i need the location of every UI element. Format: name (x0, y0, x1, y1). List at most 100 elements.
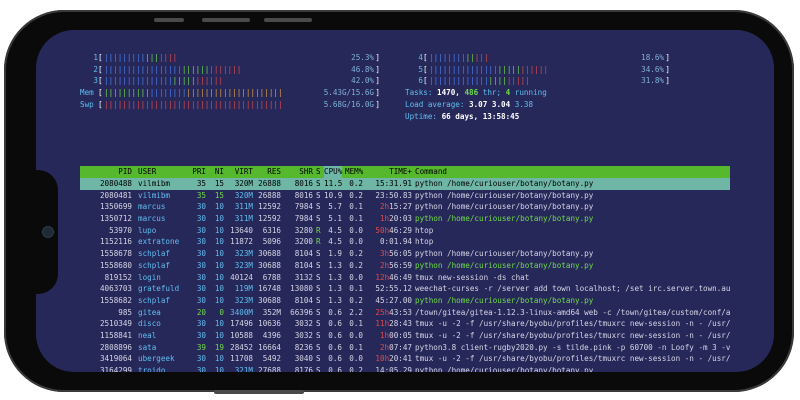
process-row[interactable]: 2808896 sata 39 19 28452 16664 8236 S 0.6 0.1 2h07… (80, 342, 730, 354)
process-row[interactable]: 1152116 extratone 30 10 11872 5096 3200 R 4.5 0.0… (80, 236, 730, 248)
process-res: 26888 (258, 179, 281, 188)
process-row[interactable]: 985 gitea 20 0 3400M 352M 66396 S 0.6 2.2 25h43:53… (80, 307, 730, 319)
process-pri: 30 (196, 202, 206, 212)
process-cpu: 0.6 (328, 354, 342, 364)
process-cpu: 0.6 (328, 330, 342, 340)
column-header-command[interactable]: Command (415, 166, 730, 178)
process-row[interactable]: 1158841 neal 30 10 10588 4396 3032 S 0.6 0.0 1h00:… (80, 330, 730, 342)
column-header-shr[interactable]: SHR (286, 166, 313, 178)
tasks-label: Tasks: (405, 88, 437, 97)
process-row[interactable]: 819152 login 30 10 40124 6788 3132 S 1.3 0.0 12h46… (80, 272, 730, 284)
process-virt: 11872 (230, 237, 253, 247)
process-row[interactable]: 2510349 disco 30 10 17496 10636 3032 S 0.6 0.1 11h… (80, 318, 730, 330)
process-s: S (316, 342, 321, 352)
process-cpu: 1.3 (328, 272, 342, 282)
process-cpu: 0.6 (328, 366, 342, 372)
meter-bracket-close: ] (375, 53, 380, 62)
column-header-user[interactable]: USER (138, 166, 188, 178)
process-shr: 3132 (294, 272, 313, 282)
camera-icon (42, 226, 54, 238)
column-header-s[interactable]: S (316, 166, 322, 178)
process-shr: 8104 (294, 249, 313, 259)
process-time: 2h56:59 (379, 260, 412, 270)
thread-label: thr; (483, 88, 506, 97)
process-row[interactable]: 4063703 gratefuld 30 10 119M 16748 13080 S 1.3 0.… (80, 283, 730, 295)
process-pid: 1558680 (99, 260, 132, 270)
column-header-res[interactable]: RES (254, 166, 281, 178)
process-virt: 323M (234, 249, 253, 259)
column-header-virt[interactable]: VIRT (226, 166, 253, 178)
htop-terminal[interactable]: 1[|||||||||||||||| 25.3%] 2[||||||||||||||… (80, 49, 730, 372)
uptime-line: Uptime: 66 days, 13:58:45 (405, 111, 519, 123)
load-line: Load average: 3.07 3.04 3.38 (405, 99, 533, 111)
power-button (214, 390, 304, 394)
process-pri: 30 (196, 319, 206, 329)
process-ni: 10 (214, 354, 224, 364)
process-user: login (138, 272, 161, 282)
column-header-time[interactable]: TIME+ (366, 166, 412, 178)
process-pid: 3164299 (99, 366, 132, 372)
meter-bracket-close: ] (665, 76, 670, 86)
process-mem: 0.0 (349, 237, 363, 247)
process-user: disco (138, 319, 161, 329)
process-row[interactable]: 2080481 vilmibm 35 15 320M 26888 8016 S 10.9 0.2 2… (80, 190, 730, 202)
process-row[interactable]: 1558678 schplaf 30 10 323M 30688 8104 S 1.9 0.2 3h… (80, 248, 730, 260)
process-pri: 30 (196, 330, 206, 340)
column-header-pri[interactable]: PRI (188, 166, 206, 178)
process-time: 45:27.00 (375, 295, 412, 305)
meter-label: 1 (93, 53, 98, 62)
process-pid: 2510349 (99, 319, 132, 329)
process-table-header[interactable]: PID USER PRI NI VIRT RES SHR S CPU% MEM% TIME+ Comm… (80, 166, 730, 178)
meter-label: 2 (93, 64, 98, 74)
process-virt: 320M (234, 190, 253, 200)
process-shr: 7984 (294, 214, 313, 224)
cpu-meter: Mem [||||||||||||||||||||||||||||||||||||… (80, 87, 380, 99)
process-mem: 0.2 (349, 260, 363, 270)
load-1-text: 3.07 (469, 99, 488, 109)
process-row[interactable]: 1558680 schplaf 30 10 323M 30688 8104 S 1.3 0.2 2h… (80, 260, 730, 272)
process-res: 16748 (258, 284, 281, 294)
process-s: S (316, 307, 321, 317)
column-header-mem[interactable]: MEM% (345, 166, 363, 178)
process-shr: 3040 (294, 354, 313, 364)
meter-value: 31.8% (641, 76, 664, 86)
process-pid: 1152116 (99, 237, 132, 247)
process-res: 30688 (258, 249, 281, 259)
process-virt: 311M (234, 214, 253, 224)
process-shr: 13080 (290, 284, 313, 294)
process-row[interactable]: 3419064 ubergeek 30 10 11708 5492 3040 S 0.6 0.0 1… (80, 353, 730, 365)
process-row[interactable]: 1350712 marcus 30 10 311M 12592 7984 S 5.1 0.1 1h2… (80, 213, 730, 225)
process-mem: 0.1 (349, 202, 363, 212)
process-time: 1h00:05 (379, 330, 412, 340)
process-cpu: 1.3 (328, 284, 342, 294)
cpu-meter: 2[|||||||||||||||||||||||||||||| 46.8%] (80, 64, 380, 76)
process-row[interactable]: 2080488 vilmibm 35 15 320M 26888 8016 S 11.5 0.2 1… (80, 178, 730, 190)
process-res: 30688 (258, 260, 281, 270)
process-s: S (316, 202, 321, 212)
process-cpu: 4.5 (328, 237, 342, 247)
process-mem: 0.1 (349, 284, 363, 294)
process-virt: 11708 (230, 354, 253, 364)
column-header-ni[interactable]: NI (210, 166, 224, 178)
process-row[interactable]: 1350699 marcus 30 10 311M 12592 7984 S 5.7 0.1 2h1… (80, 201, 730, 213)
process-cpu: 1.9 (328, 249, 342, 259)
process-res: 4396 (262, 330, 281, 340)
process-row[interactable]: 53970 lupo 30 10 13640 6316 3280 R 4.5 0.0 50h46:2… (80, 225, 730, 237)
cpu-meter: 6[|||||||||||||||||||||| 31.8%] (405, 75, 670, 87)
meter-bracket-close: ] (375, 64, 380, 74)
process-mem: 0.1 (349, 342, 363, 352)
column-header-pid[interactable]: PID (80, 166, 132, 178)
process-pid: 53970 (109, 225, 132, 235)
process-s: S (316, 260, 321, 270)
process-pri: 35 (196, 190, 206, 200)
process-row[interactable]: 3164299 troido 30 10 321M 27688 8176 S 0.6 0.2 14:… (80, 365, 730, 372)
process-virt: 323M (234, 295, 253, 305)
process-ni: 19 (214, 342, 224, 352)
column-header-cpu[interactable]: CPU% (324, 166, 342, 178)
process-virt: 10588 (230, 330, 253, 340)
process-command: /town/gitea/gitea-1.12.3-linux-amd64 web… (415, 307, 730, 317)
process-list[interactable]: 2080488 vilmibm 35 15 320M 26888 8016 S 11.5 0.2 1… (80, 178, 730, 372)
process-pri: 30 (196, 354, 206, 364)
process-row[interactable]: 1558682 schplaf 30 10 323M 30688 8104 S 1.3 0.2 45… (80, 295, 730, 307)
meter-bar: |||||||||||||||||||||||||||||| (104, 64, 242, 74)
